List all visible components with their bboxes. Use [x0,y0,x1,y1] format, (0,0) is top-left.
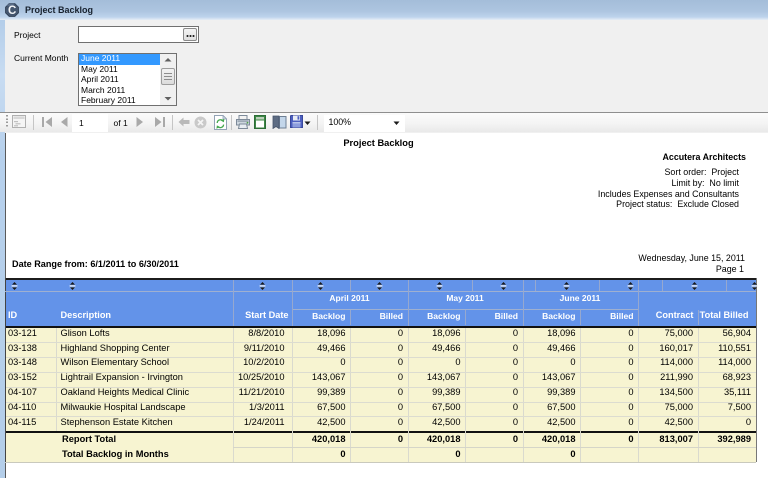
svg-text:C: C [8,5,16,17]
